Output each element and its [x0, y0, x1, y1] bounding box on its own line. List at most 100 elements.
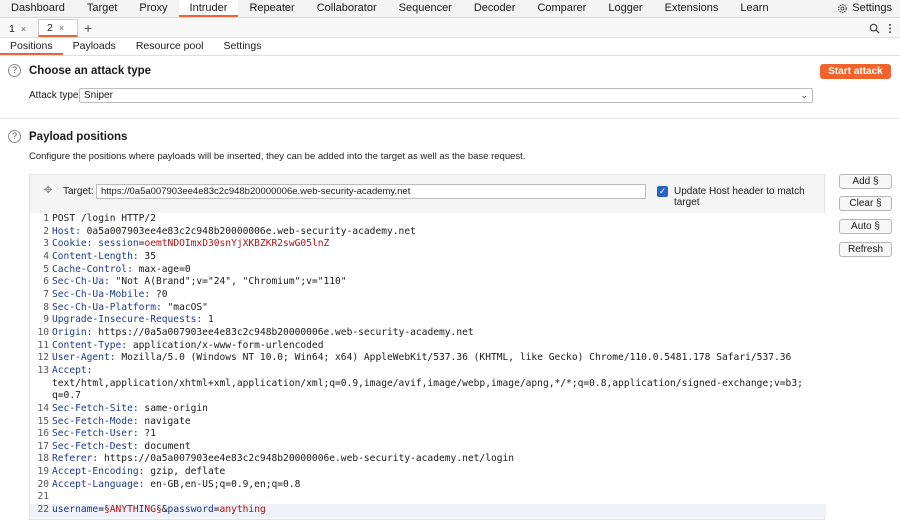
request-line: 7 Sec-Ch-Ua-Mobile: ?0 [30, 289, 826, 302]
menu-learn[interactable]: Learn [729, 0, 779, 17]
line-content: username=§ANYTHING§&password=anything [49, 504, 826, 517]
start-attack-button[interactable]: Start attack [820, 64, 891, 79]
request-line: 14 Sec-Fetch-Site: same-origin [30, 403, 826, 416]
request-line: 1 POST /login HTTP/2 [30, 213, 826, 226]
menu-logger[interactable]: Logger [597, 0, 653, 17]
line-token: Accept-Language: [52, 478, 151, 490]
line-number: 1 [43, 213, 49, 224]
line-token: Cookie: [52, 238, 99, 250]
request-tab-1[interactable]: 1 × [0, 19, 38, 37]
search-icon[interactable] [869, 23, 880, 34]
line-content: Upgrade-Insecure-Requests: 1 [49, 314, 826, 327]
request-line: 15 Sec-Fetch-Mode: navigate [30, 416, 826, 429]
line-token: Sec-Ch-Ua-Platform: [52, 301, 168, 313]
menu-collaborator[interactable]: Collaborator [306, 0, 388, 17]
more-options-icon[interactable] [888, 23, 892, 34]
request-tab-2[interactable]: 2 × [38, 19, 78, 37]
line-token: §ANYTHING§ [104, 504, 162, 516]
menu-target[interactable]: Target [76, 0, 129, 17]
line-number: 5 [43, 263, 49, 275]
line-content: Sec-Ch-Ua-Mobile: ?0 [49, 289, 826, 302]
line-number: 6 [43, 276, 49, 288]
line-token: Accept: [52, 364, 93, 376]
menu-decoder[interactable]: Decoder [463, 0, 527, 17]
help-icon[interactable]: ? [8, 130, 21, 143]
line-content: q=0.7 [49, 390, 826, 403]
line-number: 13 [37, 364, 49, 376]
attack-type-select[interactable]: Sniper ⌄ [79, 88, 813, 103]
line-number: 17 [37, 440, 49, 452]
add-marker-button[interactable]: Add § [839, 174, 892, 189]
request-line: 3 Cookie: session=oemtNDOImxD30snYjXKBZKR… [30, 238, 826, 251]
line-content: Content-Type: application/x-www-form-url… [49, 340, 826, 353]
menu-intruder[interactable]: Intruder [178, 0, 239, 17]
tab-payloads[interactable]: Payloads [63, 38, 126, 55]
menu-sequencer[interactable]: Sequencer [388, 0, 463, 17]
request-editor[interactable]: 1 POST /login HTTP/2 2 Host: 0a5a007903ee4e… [30, 213, 826, 517]
request-tab-label: 1 [9, 22, 15, 35]
gear-icon [838, 4, 848, 13]
target-input[interactable]: https://0a5a007903ee4e83c2c948b20000006e… [96, 184, 646, 199]
line-number: 15 [37, 415, 49, 427]
request-line: 4 Content-Length: 35 [30, 251, 826, 264]
line-content: Sec-Fetch-Site: same-origin [49, 403, 826, 416]
close-icon[interactable]: × [21, 24, 26, 34]
line-token: same-origin [144, 402, 208, 414]
line-token: Sec-Fetch-Dest: [52, 440, 145, 452]
request-line: 16 Sec-Fetch-User: ?1 [30, 428, 826, 441]
line-number: 8 [43, 301, 49, 313]
line-token: ?1 [144, 428, 156, 440]
tab-resource-pool[interactable]: Resource pool [126, 38, 214, 55]
intruder-section-tabs: Positions Payloads Resource pool Settings [0, 38, 900, 56]
line-number: 19 [37, 466, 49, 478]
line-token: https://0a5a007903ee4e83c2c948b20000006e… [103, 453, 515, 465]
line-content: Cache-Control: max-age=0 [49, 264, 826, 277]
close-icon[interactable]: × [59, 23, 64, 33]
line-token: https://0a5a007903ee4e83c2c948b20000006e… [98, 326, 474, 338]
line-token: 1 [207, 314, 214, 326]
line-content: Sec-Ch-Ua-Platform: "macOS" [49, 302, 826, 315]
payload-positions-description: Configure the positions where payloads w… [29, 151, 526, 162]
request-line: 18 Referer: https://0a5a007903ee4e83c2c94… [30, 453, 826, 466]
menu-proxy[interactable]: Proxy [128, 0, 178, 17]
attack-type-title: Choose an attack type [29, 65, 152, 77]
help-icon[interactable]: ? [8, 64, 21, 77]
update-host-label: Update Host header to match target [674, 186, 805, 208]
line-token: gzip, deflate [150, 466, 226, 478]
menu-extensions[interactable]: Extensions [654, 0, 730, 17]
line-number: 10 [37, 326, 49, 338]
request-line: 12 User-Agent: Mozilla/5.0 (Windows NT 10… [30, 352, 826, 365]
line-token: Origin: [52, 326, 99, 338]
request-tab-label: 2 [47, 21, 53, 34]
request-line: 5 Cache-Control: max-age=0 [30, 264, 826, 277]
line-token: q=0.7 [52, 390, 81, 402]
line-content: Host: 0a5a007903ee4e83c2c948b20000006e.w… [49, 226, 826, 239]
payload-positions-title: Payload positions [29, 131, 128, 143]
auto-markers-button[interactable]: Auto § [839, 219, 892, 234]
section-divider [0, 118, 900, 119]
menu-repeater[interactable]: Repeater [238, 0, 305, 17]
line-token: max-age=0 [138, 263, 191, 275]
move-icon: ✥ [44, 185, 53, 196]
attack-type-value: Sniper [84, 90, 113, 101]
line-number: 7 [43, 288, 49, 300]
clear-markers-button[interactable]: Clear § [839, 196, 892, 211]
line-token: Content-Length: [52, 250, 145, 262]
tab-positions[interactable]: Positions [0, 38, 63, 55]
settings-button[interactable]: Settings [837, 0, 900, 17]
line-token: username [52, 504, 99, 516]
line-token: Upgrade-Insecure-Requests: [52, 314, 208, 326]
line-content: Referer: https://0a5a007903ee4e83c2c948b… [49, 453, 826, 466]
line-content: POST /login HTTP/2 [49, 213, 826, 226]
add-tab-button[interactable]: + [78, 19, 98, 37]
line-content: User-Agent: Mozilla/5.0 (Windows NT 10.0… [49, 352, 826, 365]
tab-settings[interactable]: Settings [214, 38, 272, 55]
line-token: Content-Type: [52, 339, 133, 351]
request-line: 13 Accept: [30, 365, 826, 378]
line-token: session [98, 238, 139, 250]
line-number [30, 390, 49, 403]
update-host-checkbox[interactable]: ✓ [657, 186, 668, 197]
refresh-button[interactable]: Refresh [839, 242, 892, 257]
menu-dashboard[interactable]: Dashboard [0, 0, 76, 17]
menu-comparer[interactable]: Comparer [526, 0, 597, 17]
